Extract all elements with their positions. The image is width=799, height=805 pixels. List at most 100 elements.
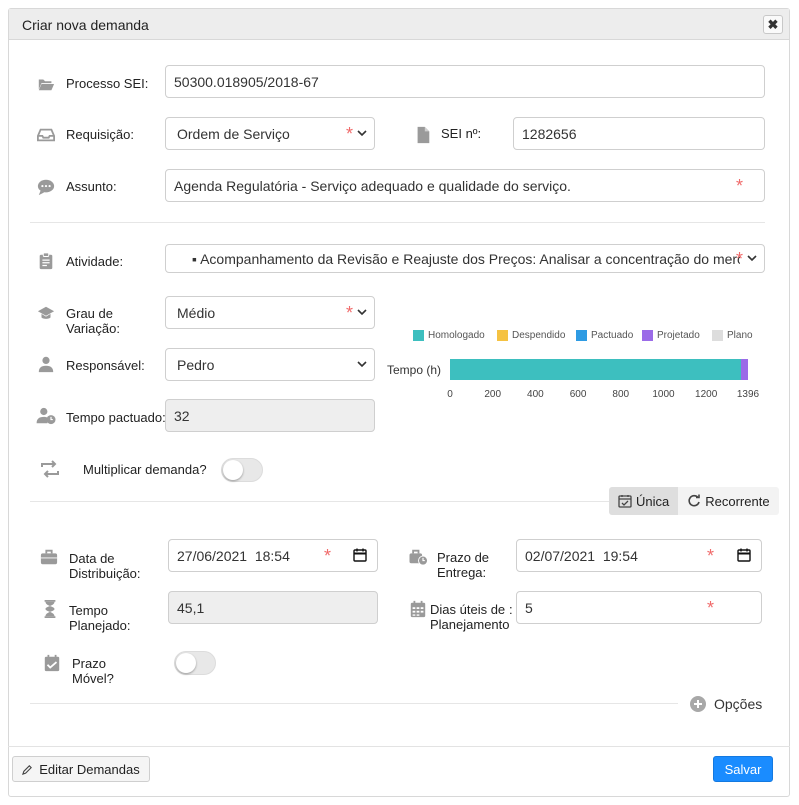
tempo-planejado-label-line2: Planejado: — [69, 618, 131, 633]
tempo-planejado-label-line1: Tempo — [69, 603, 109, 618]
toggle-knob — [223, 460, 243, 480]
briefcase-clock-icon — [408, 548, 429, 566]
pencil-icon — [22, 764, 33, 775]
recurrence-switch: Única Recorrente — [609, 487, 779, 515]
dialog-header: Criar nova demanda ✖ — [9, 9, 789, 40]
chevron-down-icon — [747, 255, 757, 262]
close-button[interactable]: ✖ — [763, 15, 783, 34]
plus-circle-icon — [690, 696, 706, 712]
responsavel-select[interactable]: Pedro — [165, 348, 375, 381]
legend-label: Homologado — [428, 330, 485, 341]
toggle-knob — [176, 653, 196, 673]
user-clock-icon — [36, 407, 57, 425]
atividade-select[interactable]: ▪ Acompanhamento da Revisão e Reajuste d… — [165, 244, 765, 273]
requisicao-label: Requisição: — [66, 127, 134, 142]
requisicao-value: Ordem de Serviço — [177, 125, 290, 142]
grau-label-line1: Grau de — [66, 306, 113, 321]
tempo-pactuado-input[interactable]: 32 — [165, 399, 375, 432]
prazo-movel-label-line2: Móvel? — [72, 671, 114, 686]
tempo-pactuado-value: 32 — [174, 407, 190, 424]
dias-uteis-input[interactable]: 5 * — [516, 591, 762, 624]
comment-icon — [37, 178, 55, 196]
chevron-down-icon — [357, 130, 367, 137]
x-tick-label: 600 — [569, 389, 587, 400]
section-divider — [30, 703, 678, 704]
briefcase-icon — [40, 548, 58, 566]
save-label: Salvar — [724, 761, 762, 777]
edit-demands-label: Editar Demandas — [39, 761, 140, 777]
grau-value: Médio — [177, 304, 216, 321]
dialog-title: Criar nova demanda — [22, 17, 149, 33]
legend-label: Despendido — [512, 330, 566, 341]
option-recorrente-label: Recorrente — [705, 493, 770, 509]
retweet-icon — [39, 460, 61, 478]
data-distribuicao-input[interactable]: 27/06/2021 18:54 * — [168, 539, 378, 572]
calendar-check-icon — [618, 495, 632, 508]
assunto-label: Assunto: — [66, 179, 117, 194]
assunto-value: Agenda Regulatória - Serviço adequado e … — [174, 177, 571, 194]
clipboard-icon — [37, 252, 55, 270]
tempo-planejado-value: 45,1 — [177, 599, 205, 616]
options-toggle[interactable]: Opções — [690, 696, 762, 712]
multiplicar-toggle[interactable] — [221, 458, 263, 482]
bar-homologado[interactable] — [450, 359, 742, 380]
required-marker: * — [324, 546, 332, 566]
hourglass-icon — [41, 600, 59, 618]
x-tick-label: 800 — [612, 389, 630, 400]
save-button[interactable]: Salvar — [713, 756, 773, 782]
requisicao-select[interactable]: Ordem de Serviço * — [165, 117, 375, 150]
section-divider — [30, 501, 610, 502]
legend-item-homologado[interactable]: Homologado — [413, 330, 485, 341]
chevron-down-icon — [357, 309, 367, 316]
sei-numero-value: 1282656 — [522, 125, 577, 142]
multiplicar-label: Multiplicar demanda? — [83, 462, 207, 477]
legend-item-projetado[interactable]: Projetado — [642, 330, 700, 341]
sei-numero-label: SEI nº: — [441, 126, 482, 141]
close-icon: ✖ — [767, 16, 779, 32]
dias-uteis-colon: : — [509, 602, 513, 617]
grau-label-line2: Variação: — [66, 321, 120, 336]
bar-projetado[interactable] — [741, 359, 748, 380]
prazo-movel-toggle[interactable] — [174, 651, 216, 675]
graduation-cap-icon — [37, 304, 55, 322]
options-label: Opções — [714, 696, 763, 712]
data-distribuicao-value: 27/06/2021 18:54 — [177, 547, 290, 564]
required-marker: * — [707, 546, 715, 566]
calendar-icon[interactable] — [737, 548, 751, 562]
time-chart: Homologado Despendido Pactuado Projetado Pla… — [385, 325, 775, 405]
edit-demands-button[interactable]: Editar Demandas — [12, 756, 150, 782]
redo-icon — [688, 494, 701, 507]
legend-label: Pactuado — [591, 330, 634, 341]
sei-numero-input[interactable]: 1282656 — [513, 117, 765, 150]
prazo-entrega-input[interactable]: 02/07/2021 19:54 * — [516, 539, 762, 572]
x-tick-label: 1396 — [736, 389, 760, 400]
file-icon — [414, 126, 432, 144]
tempo-planejado-input[interactable]: 45,1 — [168, 591, 378, 624]
calendar-check-icon — [43, 654, 61, 672]
data-distribuicao-label-line1: Data de — [69, 551, 115, 566]
calendar-icon[interactable] — [353, 548, 367, 562]
legend-item-plano[interactable]: Plano — [712, 330, 753, 341]
x-tick-label: 0 — [447, 389, 453, 400]
legend-item-despendido[interactable]: Despendido — [497, 330, 565, 341]
legend-swatch — [413, 330, 424, 341]
required-marker: * — [707, 598, 715, 618]
required-marker: * — [736, 249, 744, 269]
required-marker: * — [736, 176, 744, 196]
assunto-input[interactable]: Agenda Regulatória - Serviço adequado e … — [165, 169, 765, 202]
legend-item-pactuado[interactable]: Pactuado — [576, 330, 633, 341]
option-unica-label: Única — [636, 493, 670, 509]
legend-swatch — [576, 330, 587, 341]
grau-select[interactable]: Médio * — [165, 296, 375, 329]
option-recorrente[interactable]: Recorrente — [678, 487, 779, 515]
section-divider — [30, 222, 765, 223]
folder-open-icon — [37, 75, 55, 93]
option-unica[interactable]: Única — [609, 487, 679, 515]
data-distribuicao-label-line2: Distribuição: — [69, 566, 141, 581]
processo-input[interactable]: 50300.018905/2018-67 — [165, 65, 765, 98]
prazo-movel-label-line1: Prazo — [72, 656, 106, 671]
legend-label: Projetado — [657, 330, 700, 341]
prazo-entrega-value: 02/07/2021 19:54 — [525, 547, 638, 564]
x-tick-label: 200 — [484, 389, 502, 400]
chevron-down-icon — [357, 361, 367, 368]
